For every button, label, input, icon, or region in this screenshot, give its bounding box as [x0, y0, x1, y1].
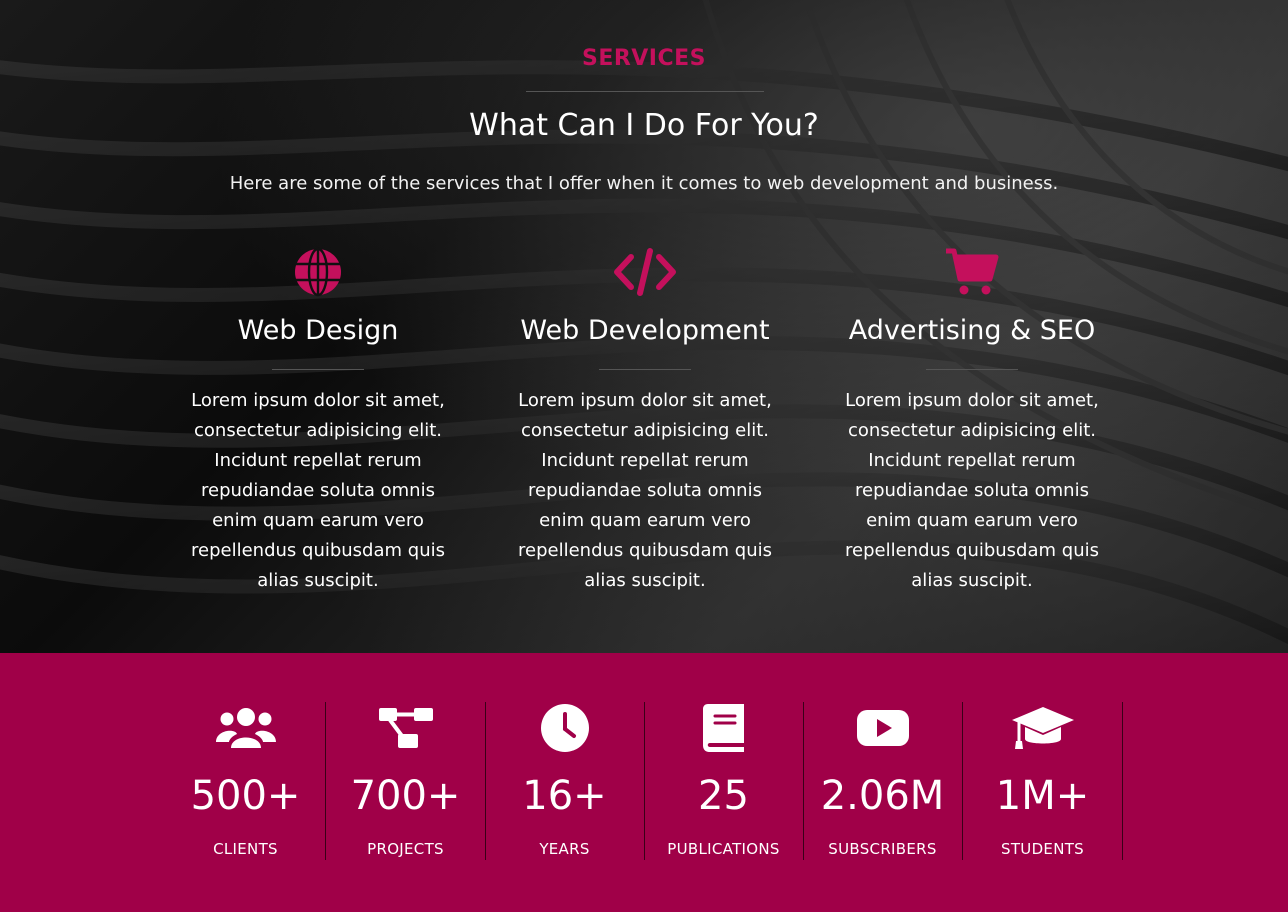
service-description: Lorem ipsum dolor sit amet, consectetur …: [845, 390, 1099, 591]
stat-label: PUBLICATIONS: [667, 840, 780, 858]
stat-label: PROJECTS: [367, 840, 444, 858]
code-icon: [495, 245, 795, 299]
stat-label: CLIENTS: [213, 840, 278, 858]
stat-publications: 25 PUBLICATIONS: [644, 702, 804, 860]
section-divider: [526, 91, 764, 92]
stat-clients: 500+ CLIENTS: [166, 702, 326, 860]
youtube-icon: [803, 702, 962, 754]
stat-value: 700+: [350, 773, 461, 819]
service-description: Lorem ipsum dolor sit amet, consectetur …: [191, 390, 445, 591]
service-title: Advertising & SEO: [848, 315, 1096, 346]
stat-value: 16+: [522, 773, 607, 819]
service-card-web-design: Web Design Lorem ipsum dolor sit amet, c…: [168, 245, 468, 596]
stat-value: 25: [698, 773, 749, 819]
stat-label: YEARS: [539, 840, 590, 858]
service-title: Web Design: [237, 315, 399, 346]
stat-years: 16+ YEARS: [485, 702, 645, 860]
stat-students: 1M+ STUDENTS: [963, 702, 1123, 860]
card-divider: [599, 369, 691, 370]
stat-label: STUDENTS: [1001, 840, 1084, 858]
users-icon: [166, 702, 325, 754]
shopping-cart-icon: [822, 245, 1122, 299]
stat-projects: 700+ PROJECTS: [326, 702, 486, 860]
section-tag: SERVICES: [581, 46, 707, 71]
stats-section: 500+ CLIENTS 700+ PROJECTS 16+ YEARS 25 …: [0, 653, 1288, 912]
section-subtitle: Here are some of the services that I off…: [229, 173, 1059, 194]
globe-icon: [168, 245, 468, 299]
stat-value: 2.06M: [820, 773, 945, 819]
stat-value: 1M+: [995, 773, 1090, 819]
stat-value: 500+: [190, 773, 301, 819]
graduation-cap-icon: [963, 702, 1122, 754]
clock-icon: [485, 702, 644, 754]
book-icon: [644, 702, 803, 754]
section-title: What Can I Do For You?: [469, 108, 819, 143]
project-diagram-icon: [326, 702, 485, 754]
service-card-web-development: Web Development Lorem ipsum dolor sit am…: [495, 245, 795, 596]
service-title: Web Development: [520, 315, 770, 346]
service-card-advertising-seo: Advertising & SEO Lorem ipsum dolor sit …: [822, 245, 1122, 596]
card-divider: [926, 369, 1018, 370]
stat-subscribers: 2.06M SUBSCRIBERS: [803, 702, 963, 860]
service-description: Lorem ipsum dolor sit amet, consectetur …: [518, 390, 772, 591]
card-divider: [272, 369, 364, 370]
services-section: SERVICES What Can I Do For You? Here are…: [0, 0, 1288, 653]
stat-label: SUBSCRIBERS: [828, 840, 937, 858]
